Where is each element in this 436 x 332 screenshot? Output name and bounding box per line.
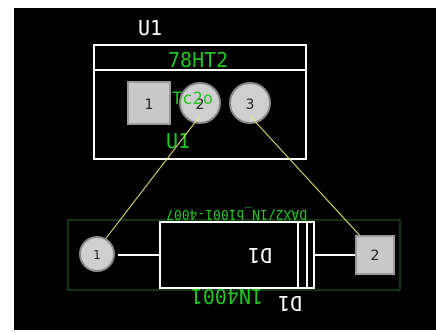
d1-body-designator: D1	[248, 243, 272, 267]
ratsnest-u1-3-to-d1-2	[249, 115, 376, 253]
u1-value-label: 78HT2	[168, 48, 228, 72]
pcb-canvas: U1 78HT2 1 2 3 Tc2o U1 DAX2/1N_b1001-400…	[0, 0, 436, 332]
u1-designator-top: U1	[138, 16, 162, 40]
d1-pad-1-number: 1	[93, 248, 101, 262]
ratsnest-u1-2-to-d1-1	[96, 115, 201, 251]
u1-pad-1-number: 1	[145, 97, 154, 113]
d1-value-label: 1N4001	[191, 284, 263, 308]
d1-cathode-band	[297, 221, 308, 289]
d1-designator: D1	[278, 291, 302, 315]
u1-designator-bottom: U1	[166, 129, 190, 153]
d1-body-outline	[159, 221, 315, 289]
d1-mirrored-part-text: DAX2/1N_b1001-4007	[166, 206, 307, 221]
u1-pad-3-number: 3	[246, 97, 255, 113]
u1-overlay-text: Tc2o	[172, 89, 213, 109]
pcb-layout-svg: U1 78HT2 1 2 3 Tc2o U1 DAX2/1N_b1001-400…	[67, 16, 401, 315]
d1-pad-2-number: 2	[371, 248, 380, 264]
